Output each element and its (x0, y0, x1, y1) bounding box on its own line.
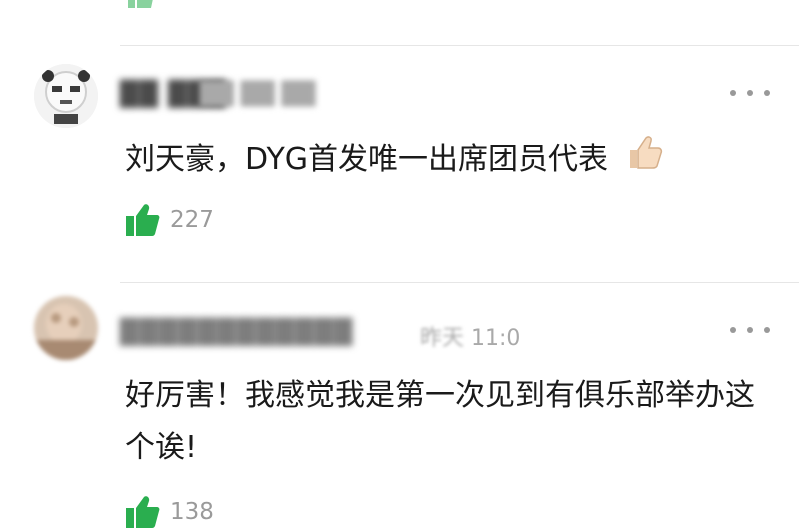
like-button[interactable]: 138 (126, 494, 214, 530)
divider-top (120, 45, 799, 46)
more-icon (730, 327, 736, 333)
comment-time-value: 11:0 (471, 326, 521, 351)
comment-body: 刘天豪，DYG首发唯一出席团员代表 (125, 142, 609, 177)
like-button[interactable]: 227 (126, 202, 214, 238)
comment-text: 刘天豪，DYG首发唯一出席团员代表 (125, 132, 765, 189)
avatar[interactable] (34, 64, 98, 128)
comment-author[interactable]: ████████████ (120, 318, 353, 346)
more-options-button[interactable] (730, 87, 770, 99)
comment-time: 昨天 11:0 (420, 320, 520, 352)
comment-time-prefix: 昨天 (420, 326, 465, 351)
avatar[interactable] (34, 296, 98, 360)
avatar-image (34, 296, 98, 360)
thumbs-up-emoji-icon (624, 132, 664, 189)
divider-middle (120, 282, 799, 283)
like-count: 138 (170, 499, 214, 525)
more-options-button[interactable] (730, 324, 770, 336)
like-icon (126, 204, 160, 236)
avatar-image (34, 64, 98, 128)
like-count: 227 (170, 207, 214, 233)
comment-text: 好厉害！我感觉我是第一次见到有俱乐部举办这个诶! (125, 370, 765, 474)
more-icon (730, 90, 736, 96)
comment-time: ██ ██ ██ (200, 82, 316, 107)
partial-like-icon (128, 0, 153, 8)
like-icon (126, 496, 160, 528)
comment-body: 好厉害！我感觉我是第一次见到有俱乐部举办这个诶! (125, 378, 755, 465)
